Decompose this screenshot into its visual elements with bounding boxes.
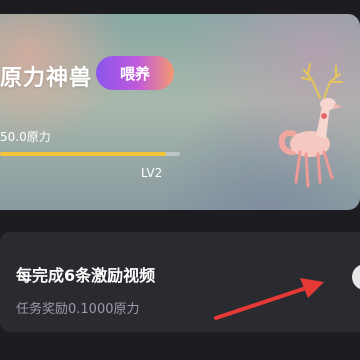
- task-title: 每完成6条激励视频: [16, 266, 156, 285]
- task-reward: 任务奖励0.1000原力: [16, 302, 140, 317]
- bottom-area: [0, 332, 360, 360]
- level-label: LV2: [141, 166, 163, 180]
- red-arrow-annotation: [214, 278, 324, 320]
- pet-name: 原力神兽: [0, 66, 93, 91]
- divine-deer-illustration: [278, 63, 343, 188]
- task-action-button[interactable]: [352, 264, 360, 290]
- power-value: 50.0原力: [0, 130, 51, 144]
- level-progress-fill: [0, 152, 166, 156]
- top-strip: [0, 0, 360, 14]
- level-progress-bar: [0, 152, 180, 156]
- pet-card: 原力神兽 喂养 50.0原力 LV2: [0, 14, 360, 210]
- feed-button[interactable]: 喂养: [96, 56, 174, 90]
